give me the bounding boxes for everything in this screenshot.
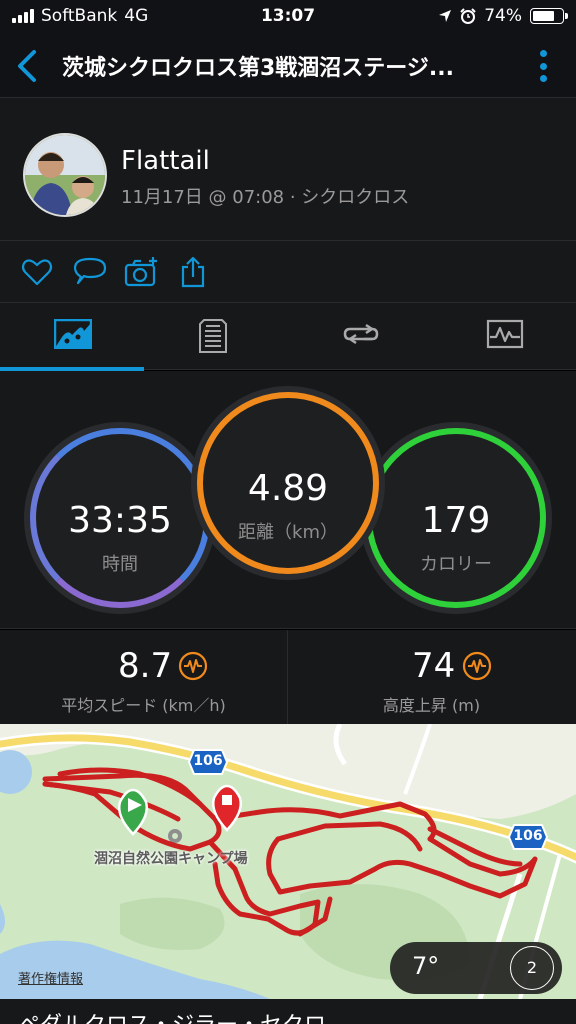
temperature-value: 7° (412, 952, 440, 980)
time-ring: 33:35 時間 (30, 428, 210, 608)
comment-button[interactable] (72, 255, 107, 289)
route-106-shield: 106 (187, 749, 229, 775)
tab-details[interactable] (144, 303, 288, 370)
status-bar: SoftBank 4G 13:07 74% (0, 0, 576, 36)
time-label: 時間 (102, 554, 138, 575)
wind-dial-icon: 2 (510, 946, 554, 990)
profile-header: Flattail 11月17日 @ 07:08 · シクロクロス (0, 98, 576, 241)
tab-bar (0, 303, 576, 371)
alarm-icon (460, 8, 476, 24)
avatar[interactable] (23, 133, 107, 217)
wind-value: 2 (526, 958, 538, 977)
avatar-photo (25, 135, 105, 215)
user-name[interactable]: Flattail (121, 146, 210, 176)
chart-icon (486, 319, 524, 349)
tab-charts[interactable] (432, 303, 576, 370)
heart-icon (21, 259, 53, 286)
map-copyright-link[interactable]: 著作権情報 (18, 968, 83, 987)
tab-summary[interactable] (0, 303, 144, 371)
ascent-label: 高度上昇 (m) (382, 696, 481, 715)
add-photo-button[interactable] (124, 255, 158, 289)
summary-icon (54, 319, 92, 349)
more-menu-button[interactable] (532, 46, 554, 86)
bottom-section: ペダルクロス・ジラー・セクロ (0, 999, 576, 1024)
activity-title: 茨城シクロクロス第3戦涸沼ステージ... (62, 56, 454, 81)
document-list-icon (199, 319, 227, 353)
route-106-shield: 106 (507, 824, 549, 850)
avg-speed-cell: 8.7 平均スピード (km／h) (0, 630, 287, 724)
avg-speed-label: 平均スピード (km／h) (61, 696, 226, 715)
calories-value: 179 (421, 500, 491, 541)
chevron-left-icon (18, 50, 36, 82)
share-icon (181, 256, 205, 288)
personal-record-icon (462, 651, 492, 681)
calories-label: カロリー (420, 554, 492, 575)
personal-record-icon (178, 651, 208, 681)
share-button[interactable] (176, 255, 210, 289)
status-right: 74% (438, 6, 568, 26)
comment-icon (73, 257, 107, 285)
avg-speed-value: 8.7 (118, 646, 173, 686)
activity-meta: 11月17日 @ 07:08 · シクロクロス (121, 187, 410, 208)
battery-percent: 74% (484, 6, 522, 26)
nav-bar: 茨城シクロクロス第3戦涸沼ステージ... (0, 36, 576, 98)
back-button[interactable] (8, 44, 48, 88)
time-value: 33:35 (68, 500, 172, 541)
action-bar (0, 241, 576, 303)
distance-ring: 4.89 距離（km） (197, 392, 379, 574)
distance-label: 距離（km） (238, 522, 338, 543)
camera-plus-icon (124, 257, 157, 287)
tab-laps[interactable] (288, 303, 432, 370)
location-arrow-icon (439, 10, 452, 22)
ascent-value: 74 (412, 646, 456, 686)
bottom-text: ペダルクロス・ジラー・セクロ (18, 1007, 326, 1024)
road-number: 106 (193, 753, 223, 769)
ascent-cell: 74 高度上昇 (m) (288, 630, 575, 724)
distance-value: 4.89 (247, 468, 329, 509)
place-label: 涸沼自然公園キャンプ場 (94, 851, 248, 867)
weather-pill[interactable]: 7° 2 (390, 942, 562, 994)
stats-panel: 33:35 時間 179 カロリー 4.89 距離（km） (0, 371, 576, 629)
secondary-stats: 8.7 平均スピード (km／h) 74 高度上昇 (m) (0, 630, 576, 724)
battery-icon (530, 8, 568, 24)
calories-ring: 179 カロリー (366, 428, 546, 608)
like-button[interactable] (20, 255, 54, 289)
road-number: 106 (513, 828, 543, 844)
laps-loop-icon (343, 323, 379, 345)
